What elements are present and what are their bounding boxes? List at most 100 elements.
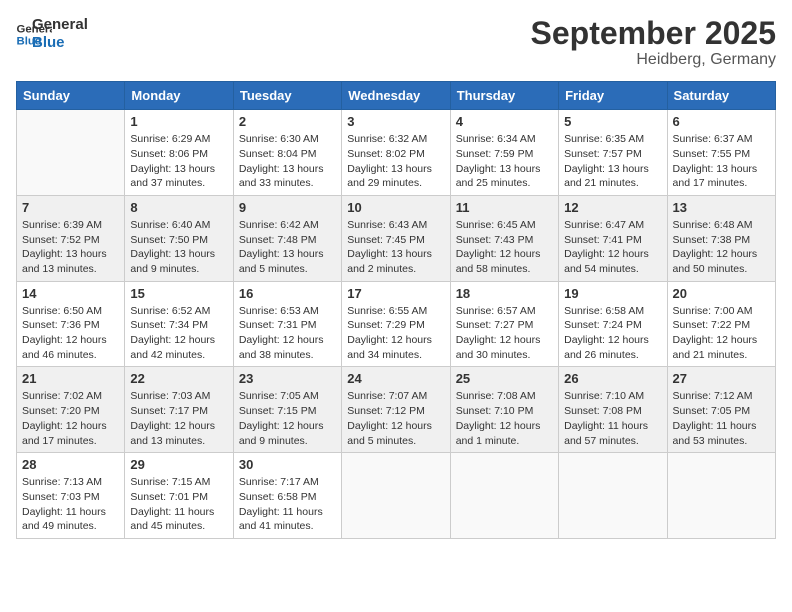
day-number: 30 xyxy=(239,457,336,472)
day-number: 1 xyxy=(130,114,227,129)
day-number: 21 xyxy=(22,371,119,386)
day-info: Sunrise: 6:43 AM Sunset: 7:45 PM Dayligh… xyxy=(347,218,444,277)
day-info: Sunrise: 7:00 AM Sunset: 7:22 PM Dayligh… xyxy=(673,304,770,363)
calendar-day-cell: 26 Sunrise: 7:10 AM Sunset: 7:08 PM Dayli… xyxy=(559,367,667,453)
calendar-day-cell xyxy=(450,453,558,539)
day-number: 20 xyxy=(673,286,770,301)
day-number: 11 xyxy=(456,200,553,215)
day-info: Sunrise: 7:13 AM Sunset: 7:03 PM Dayligh… xyxy=(22,475,119,534)
weekday-header: Saturday xyxy=(667,82,775,110)
day-number: 24 xyxy=(347,371,444,386)
logo-line2: Blue xyxy=(32,34,88,52)
day-number: 14 xyxy=(22,286,119,301)
calendar-day-cell: 14 Sunrise: 6:50 AM Sunset: 7:36 PM Dayli… xyxy=(17,281,125,367)
calendar-week-row: 7Sunrise: 6:39 AM Sunset: 7:52 PM Daylig… xyxy=(17,195,776,281)
calendar-day-cell: 5 Sunrise: 6:35 AM Sunset: 7:57 PM Daylig… xyxy=(559,110,667,196)
calendar-day-cell: 24 Sunrise: 7:07 AM Sunset: 7:12 PM Dayli… xyxy=(342,367,450,453)
calendar-day-cell: 7Sunrise: 6:39 AM Sunset: 7:52 PM Daylig… xyxy=(17,195,125,281)
day-number: 9 xyxy=(239,200,336,215)
day-info: Sunrise: 6:48 AM Sunset: 7:38 PM Dayligh… xyxy=(673,218,770,277)
day-number: 22 xyxy=(130,371,227,386)
day-info: Sunrise: 6:42 AM Sunset: 7:48 PM Dayligh… xyxy=(239,218,336,277)
calendar-day-cell: 18 Sunrise: 6:57 AM Sunset: 7:27 PM Dayli… xyxy=(450,281,558,367)
calendar-day-cell: 20 Sunrise: 7:00 AM Sunset: 7:22 PM Dayli… xyxy=(667,281,775,367)
day-number: 13 xyxy=(673,200,770,215)
day-number: 26 xyxy=(564,371,661,386)
calendar-day-cell xyxy=(559,453,667,539)
day-info: Sunrise: 7:10 AM Sunset: 7:08 PM Dayligh… xyxy=(564,389,661,448)
logo-line1: General xyxy=(32,16,88,34)
day-info: Sunrise: 6:47 AM Sunset: 7:41 PM Dayligh… xyxy=(564,218,661,277)
calendar-day-cell: 28 Sunrise: 7:13 AM Sunset: 7:03 PM Dayli… xyxy=(17,453,125,539)
calendar-table: SundayMondayTuesdayWednesdayThursdayFrid… xyxy=(16,81,776,539)
calendar-day-cell: 17 Sunrise: 6:55 AM Sunset: 7:29 PM Dayli… xyxy=(342,281,450,367)
day-info: Sunrise: 6:29 AM Sunset: 8:06 PM Dayligh… xyxy=(130,132,227,191)
calendar-week-row: 21Sunrise: 7:02 AM Sunset: 7:20 PM Dayli… xyxy=(17,367,776,453)
day-info: Sunrise: 6:50 AM Sunset: 7:36 PM Dayligh… xyxy=(22,304,119,363)
calendar-day-cell: 10 Sunrise: 6:43 AM Sunset: 7:45 PM Dayli… xyxy=(342,195,450,281)
calendar-day-cell: 16 Sunrise: 6:53 AM Sunset: 7:31 PM Dayli… xyxy=(233,281,341,367)
calendar-day-cell: 6 Sunrise: 6:37 AM Sunset: 7:55 PM Daylig… xyxy=(667,110,775,196)
calendar-day-cell: 19 Sunrise: 6:58 AM Sunset: 7:24 PM Dayli… xyxy=(559,281,667,367)
month-title: September 2025 xyxy=(531,16,776,51)
calendar-week-row: 14 Sunrise: 6:50 AM Sunset: 7:36 PM Dayli… xyxy=(17,281,776,367)
day-info: Sunrise: 6:30 AM Sunset: 8:04 PM Dayligh… xyxy=(239,132,336,191)
day-number: 3 xyxy=(347,114,444,129)
calendar-day-cell: 30Sunrise: 7:17 AM Sunset: 6:58 PM Dayli… xyxy=(233,453,341,539)
day-info: Sunrise: 6:55 AM Sunset: 7:29 PM Dayligh… xyxy=(347,304,444,363)
day-number: 27 xyxy=(673,371,770,386)
title-area: September 2025 Heidberg, Germany xyxy=(531,16,776,69)
day-number: 12 xyxy=(564,200,661,215)
calendar-day-cell: 12 Sunrise: 6:47 AM Sunset: 7:41 PM Dayli… xyxy=(559,195,667,281)
calendar-day-cell: 22Sunrise: 7:03 AM Sunset: 7:17 PM Dayli… xyxy=(125,367,233,453)
day-number: 25 xyxy=(456,371,553,386)
day-info: Sunrise: 6:58 AM Sunset: 7:24 PM Dayligh… xyxy=(564,304,661,363)
day-info: Sunrise: 6:57 AM Sunset: 7:27 PM Dayligh… xyxy=(456,304,553,363)
calendar-day-cell xyxy=(667,453,775,539)
day-info: Sunrise: 7:05 AM Sunset: 7:15 PM Dayligh… xyxy=(239,389,336,448)
day-number: 23 xyxy=(239,371,336,386)
calendar-day-cell: 13 Sunrise: 6:48 AM Sunset: 7:38 PM Dayli… xyxy=(667,195,775,281)
day-info: Sunrise: 6:32 AM Sunset: 8:02 PM Dayligh… xyxy=(347,132,444,191)
day-number: 29 xyxy=(130,457,227,472)
day-number: 8 xyxy=(130,200,227,215)
calendar-day-cell: 3 Sunrise: 6:32 AM Sunset: 8:02 PM Daylig… xyxy=(342,110,450,196)
location-title: Heidberg, Germany xyxy=(531,51,776,69)
day-info: Sunrise: 6:45 AM Sunset: 7:43 PM Dayligh… xyxy=(456,218,553,277)
day-info: Sunrise: 6:52 AM Sunset: 7:34 PM Dayligh… xyxy=(130,304,227,363)
day-number: 15 xyxy=(130,286,227,301)
day-number: 6 xyxy=(673,114,770,129)
day-info: Sunrise: 7:12 AM Sunset: 7:05 PM Dayligh… xyxy=(673,389,770,448)
day-info: Sunrise: 6:34 AM Sunset: 7:59 PM Dayligh… xyxy=(456,132,553,191)
calendar-day-cell: 25Sunrise: 7:08 AM Sunset: 7:10 PM Dayli… xyxy=(450,367,558,453)
day-info: Sunrise: 7:07 AM Sunset: 7:12 PM Dayligh… xyxy=(347,389,444,448)
calendar-day-cell: 1 Sunrise: 6:29 AM Sunset: 8:06 PM Daylig… xyxy=(125,110,233,196)
weekday-header: Sunday xyxy=(17,82,125,110)
weekday-header: Wednesday xyxy=(342,82,450,110)
calendar-week-row: 28 Sunrise: 7:13 AM Sunset: 7:03 PM Dayli… xyxy=(17,453,776,539)
calendar-day-cell xyxy=(17,110,125,196)
day-number: 5 xyxy=(564,114,661,129)
calendar-day-cell: 21Sunrise: 7:02 AM Sunset: 7:20 PM Dayli… xyxy=(17,367,125,453)
calendar-week-row: 1 Sunrise: 6:29 AM Sunset: 8:06 PM Daylig… xyxy=(17,110,776,196)
day-number: 18 xyxy=(456,286,553,301)
day-info: Sunrise: 6:53 AM Sunset: 7:31 PM Dayligh… xyxy=(239,304,336,363)
day-number: 10 xyxy=(347,200,444,215)
calendar-day-cell: 23 Sunrise: 7:05 AM Sunset: 7:15 PM Dayli… xyxy=(233,367,341,453)
day-number: 17 xyxy=(347,286,444,301)
weekday-header: Friday xyxy=(559,82,667,110)
calendar-day-cell: 29 Sunrise: 7:15 AM Sunset: 7:01 PM Dayli… xyxy=(125,453,233,539)
day-info: Sunrise: 6:35 AM Sunset: 7:57 PM Dayligh… xyxy=(564,132,661,191)
day-number: 28 xyxy=(22,457,119,472)
weekday-header: Tuesday xyxy=(233,82,341,110)
page-header: General Blue General Blue September 2025… xyxy=(16,16,776,69)
day-number: 16 xyxy=(239,286,336,301)
day-number: 2 xyxy=(239,114,336,129)
day-info: Sunrise: 6:37 AM Sunset: 7:55 PM Dayligh… xyxy=(673,132,770,191)
day-info: Sunrise: 7:15 AM Sunset: 7:01 PM Dayligh… xyxy=(130,475,227,534)
day-number: 19 xyxy=(564,286,661,301)
day-number: 7 xyxy=(22,200,119,215)
calendar-day-cell xyxy=(342,453,450,539)
weekday-header-row: SundayMondayTuesdayWednesdayThursdayFrid… xyxy=(17,82,776,110)
calendar-day-cell: 15 Sunrise: 6:52 AM Sunset: 7:34 PM Dayli… xyxy=(125,281,233,367)
